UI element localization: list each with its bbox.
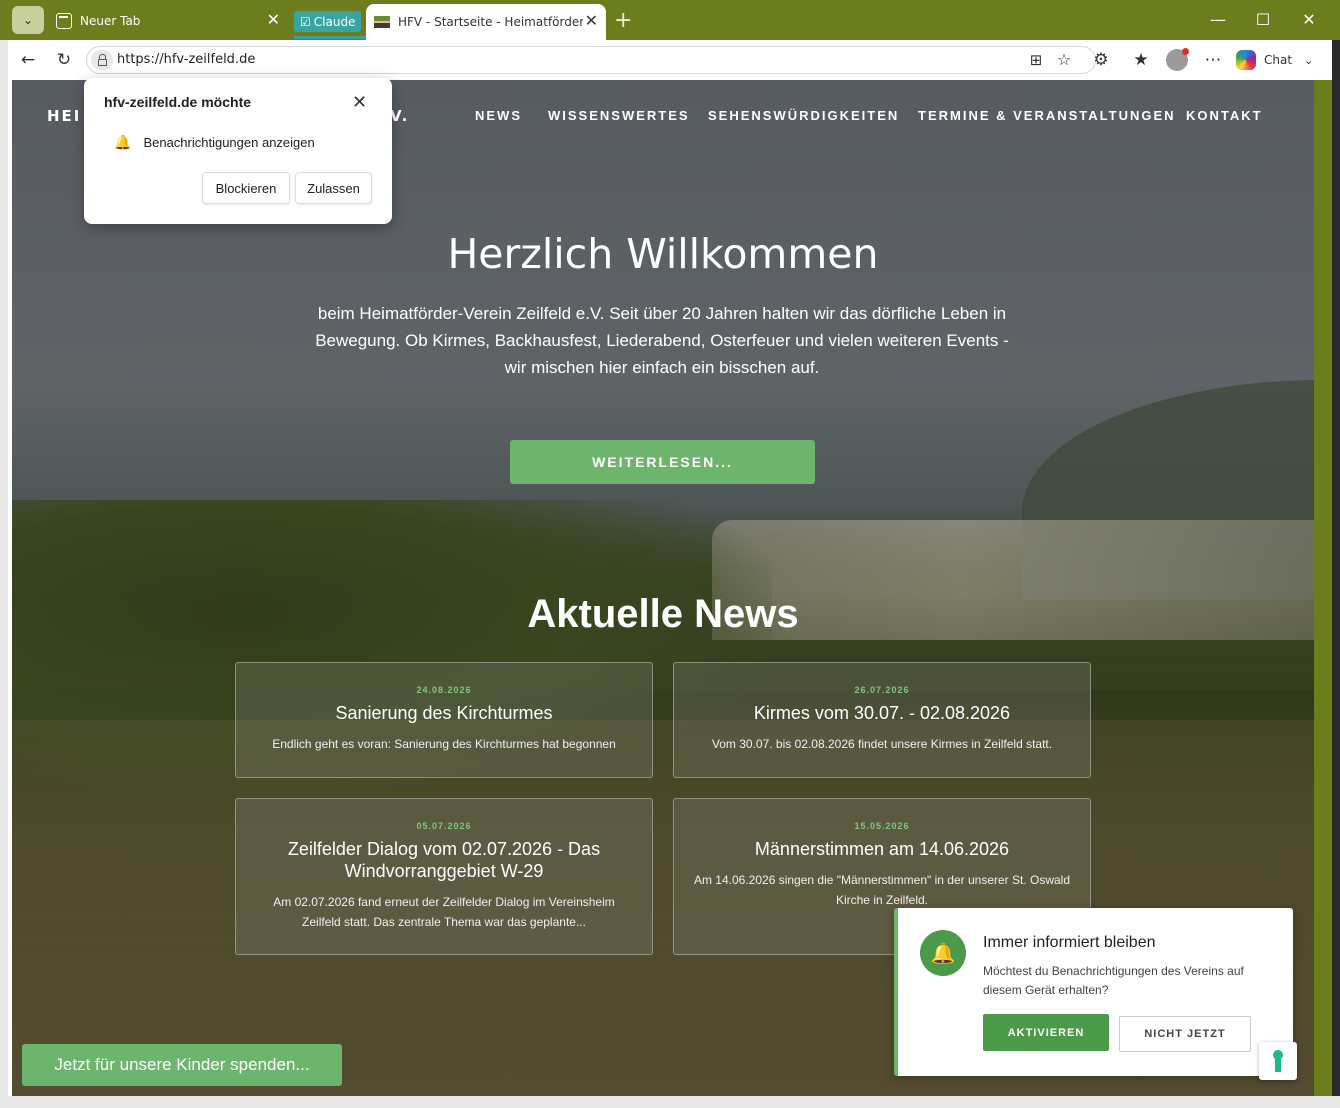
news-card[interactable]: 26.07.2026 Kirmes vom 30.07. - 02.08.202… [673, 662, 1091, 778]
permission-title: hfv-zeilfeld.de möchte [104, 94, 252, 110]
extensions-puzzle-icon[interactable]: ⚙ [1090, 50, 1112, 70]
close-icon[interactable]: ✕ [352, 92, 367, 113]
permission-row: 🔔 Benachrichtigungen anzeigen [114, 134, 315, 151]
news-date: 26.07.2026 [854, 685, 910, 695]
news-heading: Aktuelle News [527, 592, 799, 636]
tab-actions-button[interactable]: ⌄ [12, 6, 44, 34]
news-description: Am 02.07.2026 fand erneut der Zeilfelder… [273, 895, 615, 929]
logo-text-right: V. [390, 107, 410, 125]
back-arrow-icon[interactable]: ← [17, 50, 39, 70]
maximize-icon[interactable]: ☐ [1253, 10, 1273, 29]
close-icon[interactable]: ✕ [267, 12, 280, 28]
tab-label: Neuer Tab [80, 14, 141, 28]
more-menu-icon[interactable]: ⋯ [1202, 50, 1224, 70]
favorites-icon[interactable]: ★ [1130, 50, 1152, 70]
app-install-icon[interactable]: ⊞ [1025, 50, 1047, 70]
title-bar: ⌄ Neuer Tab ✕ ☑ Claude HFV - Startseite … [0, 0, 1340, 40]
browser-toolbar: ← ↻ https://hfv-zeilfeld.de ⊞ ☆ ⚙ ★ ⋯ Ch… [8, 40, 1332, 80]
notification-dot [1182, 48, 1189, 55]
nav-termine[interactable]: TERMINE & VERANSTALTUNGEN [918, 108, 1176, 123]
tab-hfv-startseite[interactable]: HFV - Startseite - Heimatförder-Verein ✕ [366, 4, 606, 40]
notif-text: Möchtest du Benachrichtigungen des Verei… [983, 964, 1244, 997]
permission-text: Benachrichtigungen anzeigen [143, 135, 315, 150]
lock-icon[interactable] [91, 50, 113, 70]
news-title[interactable]: Zeilfelder Dialog vom 02.07.2026 - Das W… [254, 838, 634, 882]
news-title[interactable]: Kirmes vom 30.07. - 02.08.2026 [692, 702, 1072, 724]
window-close-icon[interactable]: ✕ [1299, 10, 1319, 29]
news-date: 15.05.2026 [854, 821, 910, 831]
news-card[interactable]: 24.08.2026 Sanierung des Kirchturmes End… [235, 662, 653, 778]
news-date: 05.07.2026 [416, 821, 472, 831]
window-bottom-edge [0, 1096, 1340, 1108]
chat-label: Chat [1264, 53, 1293, 67]
new-tab-icon [56, 13, 72, 29]
news-description: Am 14.06.2026 singen die "Männerstimmen"… [693, 873, 1071, 907]
news-title[interactable]: Sanierung des Kirchturmes [254, 702, 634, 724]
nav-sehenswuerdigkeiten[interactable]: SEHENSWÜRDIGKEITEN [708, 108, 899, 123]
nav-news[interactable]: NEWS [475, 108, 522, 123]
news-description: Vom 30.07. bis 02.08.2026 findet unsere … [711, 737, 1053, 751]
favorite-star-icon[interactable]: ☆ [1053, 50, 1075, 70]
check-icon: ☑ [300, 14, 311, 29]
tab-group-name: Claude [313, 14, 356, 29]
chevron-down-icon: ⌄ [1304, 53, 1314, 67]
tab-group-label[interactable]: ☑ Claude [294, 11, 362, 32]
copilot-chat-button[interactable]: Chat ⌄ [1236, 45, 1328, 75]
notification-permission-popup: hfv-zeilfeld.de möchte ✕ 🔔 Benachrichtig… [84, 78, 392, 224]
push-subscribe-card: 🔔 Immer informiert bleiben Möchtest du B… [894, 908, 1293, 1076]
address-bar[interactable]: https://hfv-zeilfeld.de ⊞ ☆ [86, 46, 1096, 74]
notif-title: Immer informiert bleiben [983, 934, 1156, 951]
donate-button[interactable]: Jetzt für unsere Kinder spenden... [22, 1044, 342, 1086]
news-description: Endlich geht es voran: Sanierung des Kir… [272, 737, 616, 751]
chevron-down-icon: ⌄ [22, 13, 34, 27]
tab-label: HFV - Startseite - Heimatförder-Verein [398, 15, 583, 29]
accessibility-button[interactable] [1259, 1042, 1297, 1080]
close-icon[interactable]: ✕ [585, 13, 598, 29]
block-button[interactable]: Blockieren [202, 172, 290, 204]
news-date: 24.08.2026 [416, 685, 472, 695]
bell-icon: 🔔 [920, 930, 966, 976]
nav-wissenswertes[interactable]: WISSENSWERTES [548, 108, 690, 123]
news-card[interactable]: 05.07.2026 Zeilfelder Dialog vom 02.07.2… [235, 798, 653, 955]
window-left-edge [0, 40, 8, 1108]
hero-title: Herzlich Willkommen [447, 230, 879, 278]
url-text[interactable]: https://hfv-zeilfeld.de [117, 52, 255, 67]
copilot-icon [1236, 50, 1256, 70]
logo-text-left: HEI [47, 107, 82, 125]
reload-icon[interactable]: ↻ [53, 50, 75, 70]
news-title[interactable]: Männerstimmen am 14.06.2026 [692, 838, 1072, 860]
bell-icon: 🔔 [114, 134, 132, 150]
site-favicon-icon [374, 16, 390, 28]
nav-kontakt[interactable]: KONTAKT [1186, 108, 1263, 123]
allow-button[interactable]: Zulassen [295, 172, 372, 204]
activate-button[interactable]: AKTIVIEREN [983, 1014, 1109, 1051]
hero-text: beim Heimatförder-Verein Zeilfeld e.V. S… [315, 304, 1009, 377]
tab-new-tab[interactable]: Neuer Tab ✕ [52, 6, 288, 36]
read-more-button[interactable]: WEITERLESEN... [510, 440, 815, 484]
not-now-button[interactable]: NICHT JETZT [1119, 1016, 1251, 1052]
keyhole-icon [1273, 1050, 1283, 1072]
new-tab-plus-icon[interactable]: + [614, 8, 632, 33]
minimize-icon[interactable]: — [1208, 10, 1228, 29]
window-right-edge [1332, 40, 1340, 1108]
